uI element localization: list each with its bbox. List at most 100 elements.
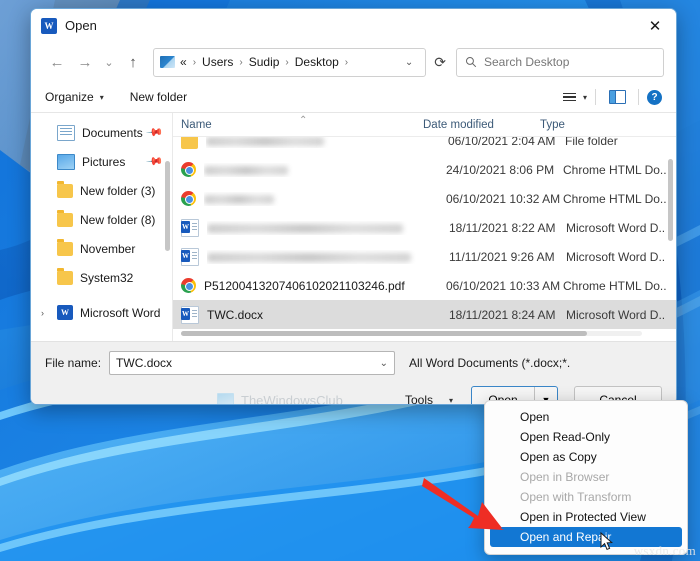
file-name-value: TWC.docx: [116, 356, 173, 370]
menu-item-open-with-transform: Open with Transform: [520, 490, 632, 504]
table-row[interactable]: 18/11/2021 8:22 AM Microsoft Word D..: [173, 213, 676, 242]
file-list-header: Name ⌃ Date modified Type: [173, 113, 676, 137]
search-icon: [466, 57, 477, 68]
chevron-down-icon[interactable]: ⌄: [399, 57, 419, 68]
vertical-scrollbar[interactable]: [667, 113, 674, 318]
chevron-down-icon[interactable]: ▾: [583, 93, 587, 102]
file-date: 18/11/2021 8:24 AM: [449, 307, 556, 322]
watermark-text: TheWindowsClub: [241, 392, 343, 405]
breadcrumb-desktop[interactable]: Desktop: [295, 55, 339, 69]
file-name-input[interactable]: TWC.docx ⌄: [109, 351, 396, 375]
chevron-down-icon[interactable]: ⌄: [380, 358, 388, 369]
file-type: Chrome HTML Do..: [563, 191, 667, 206]
file-name: [207, 250, 449, 264]
new-folder-label: New folder: [129, 90, 188, 104]
column-header-date-modified[interactable]: Date modified: [423, 119, 540, 131]
watermark-icon: [217, 392, 234, 404]
up-button[interactable]: ↑: [119, 48, 147, 76]
address-bar[interactable]: « › Users › Sudip › Desktop › ⌄: [153, 47, 427, 77]
redacted-name: [207, 223, 403, 233]
pin-icon: 📌: [145, 152, 164, 171]
tree-item-november[interactable]: November: [31, 234, 172, 263]
navigation-tree: Documents 📌 Pictures 📌 New folder (3) Ne…: [31, 113, 173, 341]
recent-locations-button[interactable]: ⌄: [99, 48, 119, 76]
folder-icon: [57, 239, 73, 256]
tree-scrollbar[interactable]: [165, 161, 170, 251]
breadcrumb-users[interactable]: Users: [202, 55, 233, 69]
view-list-icon[interactable]: [557, 91, 583, 104]
horizontal-scrollbar[interactable]: [181, 331, 642, 336]
redacted-name: [204, 165, 288, 175]
file-type: Chrome HTML Do..: [563, 162, 667, 177]
table-row[interactable]: 06/10/2021 10:32 AM Chrome HTML Do..: [173, 184, 676, 213]
chevron-down-icon: ▾: [99, 92, 104, 102]
tree-item-label: New folder (8): [80, 212, 156, 227]
folder-icon: [57, 268, 73, 285]
organize-label: Organize: [45, 90, 94, 104]
menu-item-open-in-protected-view[interactable]: Open in Protected View: [490, 507, 682, 527]
tools-button[interactable]: Tools ▾: [404, 393, 453, 405]
site-watermark: wsxdn.com: [633, 543, 696, 558]
forward-button[interactable]: →: [71, 48, 99, 76]
tree-item-new-folder-3[interactable]: New folder (3): [31, 176, 172, 205]
sort-ascending-icon: ⌃: [299, 114, 308, 126]
menu-item-open-as-copy[interactable]: Open as Copy: [490, 447, 682, 467]
tree-item-pictures[interactable]: Pictures 📌: [31, 147, 172, 176]
tree-item-label: System32: [80, 270, 134, 285]
folder-location-icon: [160, 56, 175, 68]
window-title: Open: [65, 18, 97, 33]
file-name: TWC.docx: [207, 307, 264, 322]
breadcrumb-root[interactable]: «: [180, 55, 187, 69]
refresh-icon[interactable]: ⟳: [432, 54, 448, 71]
view-controls: ▾ ?: [557, 89, 662, 105]
table-row[interactable]: 11/11/2021 9:26 AM Microsoft Word D..: [173, 242, 676, 271]
folder-icon: [181, 137, 198, 149]
organize-button[interactable]: Organize ▾: [45, 90, 104, 104]
file-type-select[interactable]: All Word Documents (*.docx;*. ⌄: [409, 352, 575, 374]
navigation-bar: ← → ⌄ ↑ « › Users › Sudip › Desktop › ⌄ …: [31, 42, 676, 82]
column-label: Name: [181, 118, 212, 131]
file-date: 11/11/2021 9:26 AM: [449, 249, 555, 264]
breadcrumb-sudip[interactable]: Sudip: [249, 55, 280, 69]
back-button[interactable]: ←: [43, 48, 71, 76]
close-icon[interactable]: ✕: [634, 9, 676, 42]
title-bar: W Open ✕: [31, 9, 676, 42]
folder-icon: [57, 210, 73, 227]
open-file-dialog: W Open ✕ ← → ⌄ ↑ « › Users › Sudip › Des…: [30, 8, 677, 405]
file-date: 06/10/2021 10:33 AM: [446, 278, 561, 293]
column-header-name[interactable]: Name ⌃: [181, 115, 423, 131]
file-rows: 06/10/2021 2:04 AM File folder 24/10/202…: [173, 137, 676, 342]
menu-item-open[interactable]: Open: [490, 407, 682, 427]
tree-item-label: Pictures: [82, 154, 126, 169]
breadcrumb-separator: ›: [239, 56, 243, 68]
redacted-name: [204, 194, 274, 204]
preview-pane-icon[interactable]: [604, 90, 630, 104]
word-doc-icon: [181, 218, 199, 237]
tree-item-system32[interactable]: System32: [31, 263, 172, 292]
table-row[interactable]: 24/10/2021 8:06 PM Chrome HTML Do..: [173, 155, 676, 184]
table-row[interactable]: TWC.docx 18/11/2021 8:24 AM Microsoft Wo…: [173, 300, 676, 329]
chevron-right-icon[interactable]: ›: [41, 308, 44, 318]
tree-item-microsoft-word[interactable]: › W Microsoft Word: [31, 298, 172, 327]
search-input[interactable]: Search Desktop: [456, 47, 664, 77]
file-type: File folder: [565, 137, 618, 148]
pictures-icon: [57, 153, 75, 170]
table-row[interactable]: P51200413207406102021103246.pdf 06/10/20…: [173, 271, 676, 300]
tree-item-new-folder-8[interactable]: New folder (8): [31, 205, 172, 234]
help-icon[interactable]: ?: [647, 89, 662, 105]
table-row[interactable]: 06/10/2021 2:04 AM File folder: [173, 137, 676, 155]
divider: [595, 89, 596, 105]
file-date: 06/10/2021 10:32 AM: [446, 191, 561, 206]
menu-item-open-read-only[interactable]: Open Read-Only: [490, 427, 682, 447]
divider: [638, 89, 639, 105]
file-list-pane: Name ⌃ Date modified Type 06/10/2021 2:0…: [173, 113, 676, 341]
word-icon: W: [57, 305, 73, 320]
tree-item-documents[interactable]: Documents 📌: [31, 118, 172, 147]
pin-icon: 📌: [145, 123, 164, 142]
tools-label: Tools: [404, 393, 433, 405]
column-header-type[interactable]: Type: [540, 119, 650, 131]
chrome-icon: [181, 162, 196, 177]
breadcrumb-separator: ›: [285, 56, 289, 68]
file-type: Chrome HTML Do..: [563, 278, 667, 293]
new-folder-button[interactable]: New folder: [130, 90, 187, 104]
